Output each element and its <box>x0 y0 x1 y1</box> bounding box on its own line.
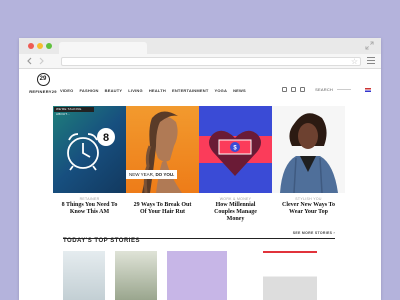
browser-window: ☆ 29 REFINERY29 VIDEO FASHION BEAUTY LIV… <box>19 38 381 300</box>
story-image-denim-jacket[interactable] <box>272 106 345 193</box>
nav-item-yoga[interactable]: YOGA <box>215 88 228 93</box>
section-title: TODAY'S TOP STORIES <box>63 238 140 244</box>
youtube-icon[interactable] <box>300 87 306 92</box>
story-image-heart-money[interactable]: $ <box>199 106 272 193</box>
maximize-window-button[interactable] <box>46 43 52 49</box>
back-arrow-icon[interactable] <box>25 56 35 66</box>
search-label[interactable]: SEARCH <box>315 87 333 92</box>
card-title[interactable]: Clever New Ways To Wear Your Top <box>278 202 339 216</box>
fullscreen-icon[interactable] <box>365 41 374 50</box>
nav-item-living[interactable]: LIVING <box>128 88 143 93</box>
nav-item-health[interactable]: HEALTH <box>149 88 166 93</box>
card-body: RETAINER 8 Things You Need To Know This … <box>53 193 126 223</box>
browser-tab[interactable] <box>59 42 147 54</box>
svg-text:8: 8 <box>103 132 109 144</box>
minimize-window-button[interactable] <box>37 43 43 49</box>
email-icon[interactable] <box>282 87 288 92</box>
address-bar[interactable]: ☆ <box>61 57 361 66</box>
story-card[interactable]: STYLISH YOU Clever New Ways To Wear Your… <box>272 106 345 223</box>
campaign-label-bold: DO YOU. <box>155 172 175 177</box>
us-flag-icon[interactable] <box>365 87 371 92</box>
campaign-label[interactable]: NEW YEAR, DO YOU. <box>126 170 178 179</box>
campaign-label-prefix: NEW YEAR, <box>129 172 156 177</box>
page-viewport: 29 REFINERY29 VIDEO FASHION BEAUTY LIVIN… <box>19 69 381 300</box>
story-card[interactable]: NEW YEAR, DO YOU. 29 Ways To Break Out O… <box>126 106 199 223</box>
browser-menu-icon[interactable] <box>367 57 375 65</box>
trending-badge: WE'RE TALKING ABOUT... <box>54 107 94 116</box>
top-stories-thumbnails <box>63 251 327 300</box>
header-utilities: SEARCH <box>278 87 371 92</box>
card-title[interactable]: 29 Ways To Break Out Of Your Hair Rut <box>132 202 193 216</box>
main-nav: VIDEO FASHION BEAUTY LIVING HEALTH ENTER… <box>60 88 252 93</box>
close-window-button[interactable] <box>28 43 34 49</box>
bookmark-star-icon[interactable]: ☆ <box>351 57 358 66</box>
featured-cards: WE'RE TALKING ABOUT... 8 RETAINER 8 Thin… <box>53 106 345 223</box>
story-thumbnail[interactable] <box>63 251 105 300</box>
story-image-braided-hair[interactable]: NEW YEAR, DO YOU. <box>126 106 199 193</box>
heart-dollar-icon: $ <box>199 106 272 193</box>
title-bar <box>19 38 381 54</box>
story-thumbnail[interactable] <box>167 251 227 300</box>
nav-item-beauty[interactable]: BEAUTY <box>105 88 123 93</box>
search-input[interactable] <box>337 89 351 90</box>
story-card[interactable]: $ WORK & MONEY How Millennial Couples Ma… <box>199 106 272 223</box>
card-body: WORK & MONEY How Millennial Couples Mana… <box>199 193 272 223</box>
card-title[interactable]: How Millennial Couples Manage Money <box>205 202 266 223</box>
nav-item-entertainment[interactable]: ENTERTAINMENT <box>172 88 209 93</box>
alarm-clock-icon: 8 <box>67 128 115 171</box>
card-title[interactable]: 8 Things You Need To Know This AM <box>59 202 120 216</box>
card-body: 29 Ways To Break Out Of Your Hair Rut <box>126 193 199 223</box>
facebook-icon[interactable] <box>291 87 297 92</box>
card-body: STYLISH YOU Clever New Ways To Wear Your… <box>272 193 345 223</box>
nav-item-news[interactable]: NEWS <box>233 88 246 93</box>
story-image-alarm-clock[interactable]: WE'RE TALKING ABOUT... 8 <box>53 106 126 193</box>
browser-toolbar: ☆ <box>19 54 381 69</box>
story-card[interactable]: WE'RE TALKING ABOUT... 8 RETAINER 8 Thin… <box>53 106 126 223</box>
logo-mark: 29 <box>36 73 50 86</box>
forward-arrow-icon[interactable] <box>36 56 46 66</box>
site-header: 29 REFINERY29 VIDEO FASHION BEAUTY LIVIN… <box>19 69 381 103</box>
logo-text: REFINERY29 <box>29 89 57 94</box>
section-header: TODAY'S TOP STORIES SEE MORE STORIES › <box>63 229 335 244</box>
nav-item-fashion[interactable]: FASHION <box>79 88 98 93</box>
story-thumbnail[interactable] <box>263 251 317 300</box>
site-logo[interactable]: 29 REFINERY29 <box>27 73 59 94</box>
nav-item-video[interactable]: VIDEO <box>60 88 73 93</box>
story-thumbnail[interactable] <box>115 251 157 300</box>
portrait-illustration <box>280 113 338 193</box>
see-more-link[interactable]: SEE MORE STORIES › <box>293 231 335 235</box>
portrait-illustration <box>142 111 182 193</box>
